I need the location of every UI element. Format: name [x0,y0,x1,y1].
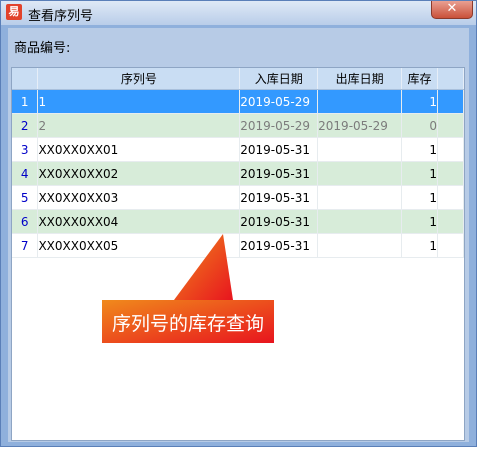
filler-cell [437,185,464,210]
table-row[interactable]: 1 1 2019-05-29 1 [12,89,464,114]
in-date-cell[interactable]: 2019-05-31 [239,185,319,210]
filler-cell [437,209,464,234]
serial-cell[interactable]: XX0XX0XX05 [37,233,241,258]
out-date-cell[interactable] [317,161,403,186]
serial-cell[interactable]: XX0XX0XX02 [37,161,241,186]
filler-cell [437,113,464,138]
filler-cell [437,161,464,186]
row-index-cell: 6 [12,209,39,234]
serial-cell[interactable]: XX0XX0XX03 [37,185,241,210]
column-header-serial[interactable]: 序列号 [37,68,241,90]
close-button[interactable]: ✕ [431,1,473,19]
stock-cell[interactable]: 1 [401,209,439,234]
serial-cell[interactable]: XX0XX0XX01 [37,137,241,162]
stock-cell[interactable]: 0 [401,113,439,138]
column-header-in-date[interactable]: 入库日期 [239,68,319,90]
in-date-cell[interactable]: 2019-05-31 [239,209,319,234]
window-title: 查看序列号 [28,9,94,24]
stock-cell[interactable]: 1 [401,89,439,114]
table-row[interactable]: 2 2 2019-05-29 2019-05-29 0 [12,113,464,138]
serial-cell[interactable]: XX0XX0XX04 [37,209,241,234]
filler-cell [437,137,464,162]
in-date-cell[interactable]: 2019-05-31 [239,161,319,186]
serial-table: 序列号 入库日期 出库日期 库存 1 1 2019-05-29 1 2 2 20… [12,68,464,258]
filler-cell [437,233,464,258]
table-row[interactable]: 7 XX0XX0XX05 2019-05-31 1 [12,233,464,258]
close-icon: ✕ [446,1,458,16]
serial-cell[interactable]: 1 [37,89,241,114]
out-date-cell[interactable] [317,185,403,210]
out-date-cell[interactable] [317,209,403,234]
table-row[interactable]: 5 XX0XX0XX03 2019-05-31 1 [12,185,464,210]
column-header-index[interactable] [12,68,39,90]
stock-cell[interactable]: 1 [401,233,439,258]
in-date-cell[interactable]: 2019-05-31 [239,233,319,258]
stock-cell[interactable]: 1 [401,185,439,210]
column-header-out-date[interactable]: 出库日期 [317,68,403,90]
out-date-cell[interactable] [317,233,403,258]
stock-cell[interactable]: 1 [401,137,439,162]
stock-cell[interactable]: 1 [401,161,439,186]
in-date-cell[interactable]: 2019-05-29 [239,113,319,138]
row-index-cell: 1 [12,89,39,114]
row-index-cell: 2 [12,113,39,138]
row-index-cell: 5 [12,185,39,210]
table-row[interactable]: 6 XX0XX0XX04 2019-05-31 1 [12,209,464,234]
out-date-cell[interactable]: 2019-05-29 [317,113,403,138]
row-index-cell: 4 [12,161,39,186]
in-date-cell[interactable]: 2019-05-29 [239,89,319,114]
column-header-filler [437,68,464,90]
product-code-label: 商品编号: [14,41,71,56]
grid-header-row: 序列号 入库日期 出库日期 库存 [12,68,464,90]
row-index-cell: 7 [12,233,39,258]
table-row[interactable]: 3 XX0XX0XX01 2019-05-31 1 [12,137,464,162]
title-bar[interactable]: 易 查看序列号 ✕ [1,1,476,25]
out-date-cell[interactable] [317,89,403,114]
serial-cell[interactable]: 2 [37,113,241,138]
row-index-cell: 3 [12,137,39,162]
column-header-stock[interactable]: 库存 [401,68,439,90]
in-date-cell[interactable]: 2019-05-31 [239,137,319,162]
filler-cell [437,89,464,114]
app-logo-icon: 易 [6,4,22,20]
serial-grid[interactable]: 序列号 入库日期 出库日期 库存 1 1 2019-05-29 1 2 2 20… [11,67,465,441]
table-row[interactable]: 4 XX0XX0XX02 2019-05-31 1 [12,161,464,186]
client-area: 商品编号: 序列号 入库日期 出库日期 库存 1 1 2019-05-29 1 … [8,28,469,442]
out-date-cell[interactable] [317,137,403,162]
serial-number-window: 易 查看序列号 ✕ 商品编号: 序列号 入库日期 出库日期 库存 1 1 201… [0,0,477,447]
